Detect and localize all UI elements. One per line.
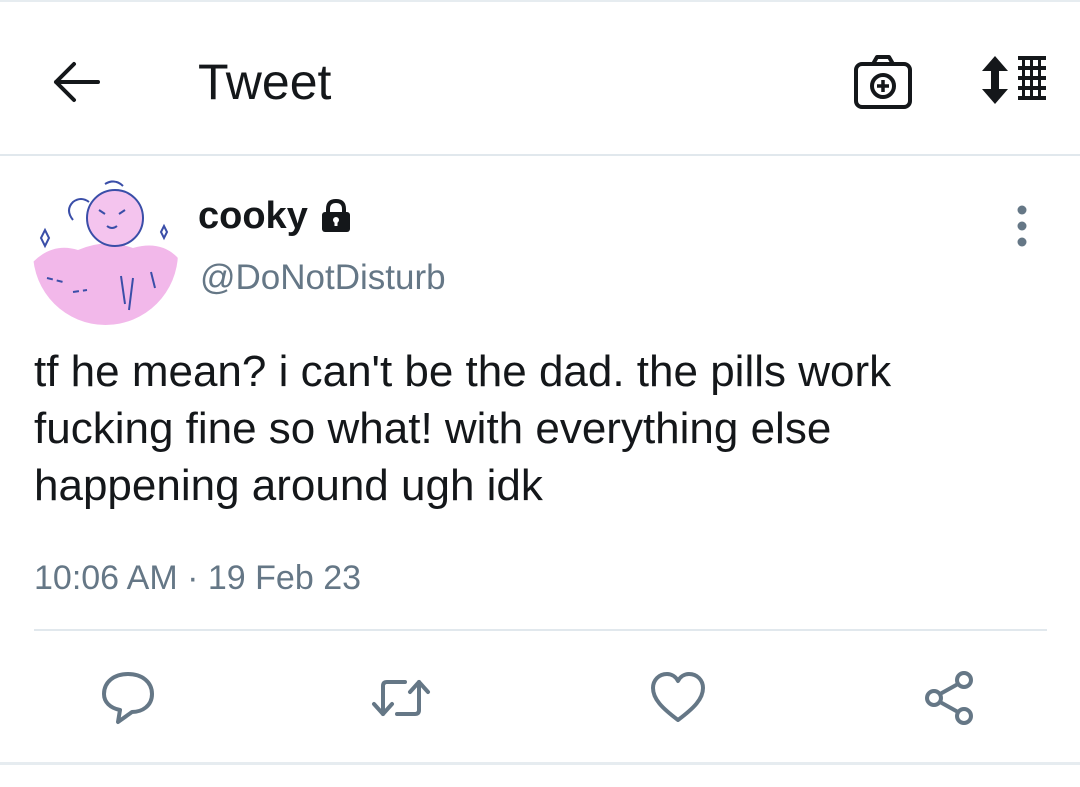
arrow-left-icon — [54, 62, 100, 102]
retweet-button[interactable] — [371, 668, 431, 728]
bottom-divider — [0, 762, 1080, 765]
reply-icon — [102, 672, 154, 724]
more-options-button[interactable] — [1008, 204, 1036, 248]
back-button[interactable] — [52, 60, 102, 104]
heart-icon — [651, 672, 705, 722]
lock-icon — [321, 198, 350, 232]
user-handle[interactable]: @DoNotDisturb — [200, 256, 446, 300]
page-title: Tweet — [198, 54, 332, 110]
reply-button[interactable] — [98, 668, 158, 728]
sort-button[interactable] — [978, 52, 1050, 108]
tweet-text: tf he mean? i can't be the dad. the pill… — [34, 347, 892, 510]
like-button[interactable] — [648, 668, 708, 728]
display-name-text: cooky — [198, 195, 308, 237]
more-vertical-icon — [1017, 205, 1027, 247]
tweet-timestamp: 10:06 AM · 19 Feb 23 — [34, 556, 361, 600]
divider — [34, 629, 1047, 631]
avatar-illustration — [33, 180, 178, 325]
display-name[interactable]: cooky — [198, 193, 354, 239]
top-app-bar: Tweet — [0, 0, 1080, 156]
share-button[interactable] — [920, 668, 980, 728]
camera-add-icon — [854, 55, 912, 109]
sort-list-icon — [982, 56, 1046, 104]
meta-separator: · — [187, 559, 199, 597]
retweet-icon — [372, 680, 430, 716]
tweet-time: 10:06 AM — [34, 559, 178, 597]
tweet-date: 19 Feb 23 — [207, 559, 362, 597]
camera-button[interactable] — [853, 54, 913, 110]
share-icon — [925, 671, 973, 725]
avatar[interactable] — [33, 180, 178, 325]
